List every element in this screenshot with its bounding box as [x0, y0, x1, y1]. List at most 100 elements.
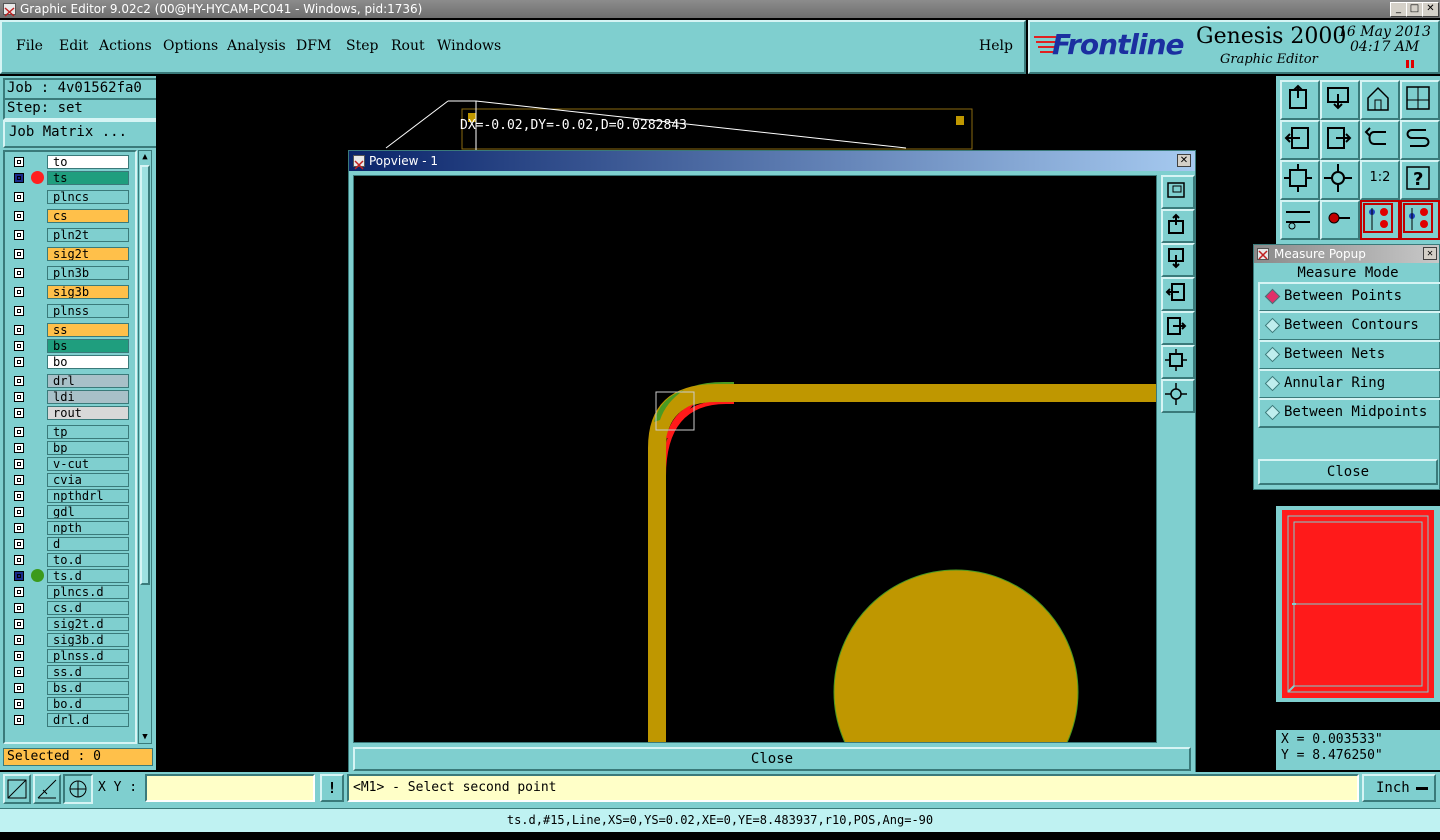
layer-scrollbar[interactable]: ▲ ▼: [138, 150, 152, 744]
mode-between-points[interactable]: Between Points: [1258, 282, 1440, 312]
layer-name[interactable]: pln3b: [47, 266, 129, 280]
layer-checkbox[interactable]: [14, 491, 24, 501]
pv-pan-down-icon[interactable]: [1161, 243, 1195, 277]
menu-actions[interactable]: Actions: [99, 38, 152, 54]
layer-row-drl[interactable]: drl: [11, 374, 129, 388]
layer-name[interactable]: bs.d: [47, 681, 129, 695]
layer-name[interactable]: bp: [47, 441, 129, 455]
layer-name[interactable]: bo.d: [47, 697, 129, 711]
layer-name[interactable]: plncs.d: [47, 585, 129, 599]
layer-checkbox[interactable]: [14, 306, 24, 316]
split-view-icon[interactable]: [1400, 80, 1440, 120]
layer-row-bs[interactable]: bs: [11, 339, 129, 353]
layer-name[interactable]: sig2t: [47, 247, 129, 261]
pv-zoom-window-icon[interactable]: [1161, 175, 1195, 209]
layer-name[interactable]: bo: [47, 355, 129, 369]
measure-tool-icon[interactable]: [33, 774, 61, 804]
measure-close-button[interactable]: Close: [1258, 459, 1438, 485]
mode-between-midpoints[interactable]: Between Midpoints: [1258, 398, 1440, 428]
layer-row-ts-d[interactable]: ts.d: [11, 569, 129, 583]
center-view-icon[interactable]: [1320, 160, 1360, 200]
menu-windows[interactable]: Windows: [437, 38, 501, 54]
scroll-down-arrow-icon[interactable]: ▼: [139, 731, 151, 743]
layer-row-plnss-d[interactable]: plnss.d: [11, 649, 129, 663]
popview-canvas[interactable]: [353, 175, 1157, 743]
layer-checkbox[interactable]: [14, 192, 24, 202]
layer-checkbox[interactable]: [14, 619, 24, 629]
xy-input[interactable]: [145, 774, 315, 802]
menu-step[interactable]: Step: [346, 38, 378, 54]
layer-name[interactable]: ts.d: [47, 569, 129, 583]
layer-name[interactable]: npth: [47, 521, 129, 535]
layer-row-to-d[interactable]: to.d: [11, 553, 129, 567]
layer-row-cvia[interactable]: cvia: [11, 473, 129, 487]
close-icon[interactable]: ✕: [1422, 2, 1439, 17]
pan-left-icon[interactable]: [1280, 120, 1320, 160]
tools-icon[interactable]: [1280, 200, 1320, 240]
mode-between-nets[interactable]: Between Nets: [1258, 340, 1440, 370]
layer-name[interactable]: plnss: [47, 304, 129, 318]
layer-row-sig3b[interactable]: sig3b: [11, 285, 129, 299]
menu-analysis[interactable]: Analysis: [227, 38, 286, 54]
layer-row-bs-d[interactable]: bs.d: [11, 681, 129, 695]
layer-name[interactable]: cs: [47, 209, 129, 223]
scroll-thumb[interactable]: [140, 165, 150, 585]
layer-name[interactable]: ts: [47, 171, 129, 185]
pv-pan-right-icon[interactable]: [1161, 311, 1195, 345]
layer-checkbox[interactable]: [14, 392, 24, 402]
layer-checkbox[interactable]: [14, 555, 24, 565]
layer-name[interactable]: gdl: [47, 505, 129, 519]
layer-checkbox[interactable]: [14, 539, 24, 549]
layer-checkbox[interactable]: [14, 287, 24, 297]
layer-checkbox[interactable]: [14, 699, 24, 709]
layer-name[interactable]: ss: [47, 323, 129, 337]
pan-right-icon[interactable]: [1320, 120, 1360, 160]
scroll-up-arrow-icon[interactable]: ▲: [139, 151, 151, 163]
layer-row-sig2t-d[interactable]: sig2t.d: [11, 617, 129, 631]
minimize-icon[interactable]: _: [1390, 2, 1407, 17]
layer-name[interactable]: sig2t.d: [47, 617, 129, 631]
layer-row-plncs-d[interactable]: plncs.d: [11, 585, 129, 599]
layer-name[interactable]: npthdrl: [47, 489, 129, 503]
layer-name[interactable]: plncs: [47, 190, 129, 204]
layer-checkbox[interactable]: [14, 268, 24, 278]
overview-map[interactable]: [1276, 506, 1440, 702]
layer-name[interactable]: to.d: [47, 553, 129, 567]
layer-row-pln3b[interactable]: pln3b: [11, 266, 129, 280]
pv-center-icon[interactable]: [1161, 379, 1195, 413]
layer-row-plnss[interactable]: plnss: [11, 304, 129, 318]
menu-dfm[interactable]: DFM: [296, 38, 331, 54]
menu-rout[interactable]: Rout: [391, 38, 425, 54]
layer-name[interactable]: cvia: [47, 473, 129, 487]
layer-row-drl-d[interactable]: drl.d: [11, 713, 129, 727]
layer-name[interactable]: ldi: [47, 390, 129, 404]
help-query-icon[interactable]: ?: [1400, 160, 1440, 200]
layer-checkbox[interactable]: [14, 715, 24, 725]
menu-options[interactable]: Options: [163, 38, 218, 54]
layer-checkbox[interactable]: [14, 443, 24, 453]
layer-checkbox[interactable]: [14, 683, 24, 693]
layer-name[interactable]: bs: [47, 339, 129, 353]
layer-name[interactable]: sig3b: [47, 285, 129, 299]
net-highlight-icon[interactable]: [1360, 200, 1400, 240]
probe-icon[interactable]: [1320, 200, 1360, 240]
layer-row-tp[interactable]: tp: [11, 425, 129, 439]
job-matrix-button[interactable]: Job Matrix ...: [3, 120, 161, 148]
layer-row-bo[interactable]: bo: [11, 355, 129, 369]
pan-down-icon[interactable]: [1320, 80, 1360, 120]
layer-name[interactable]: v-cut: [47, 457, 129, 471]
zoom-home-icon[interactable]: [1280, 80, 1320, 120]
layer-checkbox[interactable]: [14, 507, 24, 517]
layer-checkbox[interactable]: [14, 211, 24, 221]
layer-checkbox[interactable]: [14, 523, 24, 533]
layer-row-to[interactable]: to: [11, 155, 129, 169]
layer-row-cs-d[interactable]: cs.d: [11, 601, 129, 615]
layer-name[interactable]: pln2t: [47, 228, 129, 242]
layer-checkbox[interactable]: [14, 341, 24, 351]
snap-mode-icon[interactable]: [3, 774, 31, 804]
mode-annular-ring[interactable]: Annular Ring: [1258, 369, 1440, 399]
layer-row-ss-d[interactable]: ss.d: [11, 665, 129, 679]
layer-row-pln2t[interactable]: pln2t: [11, 228, 129, 242]
layer-row-sig3b-d[interactable]: sig3b.d: [11, 633, 129, 647]
menu-edit[interactable]: Edit: [59, 38, 88, 54]
